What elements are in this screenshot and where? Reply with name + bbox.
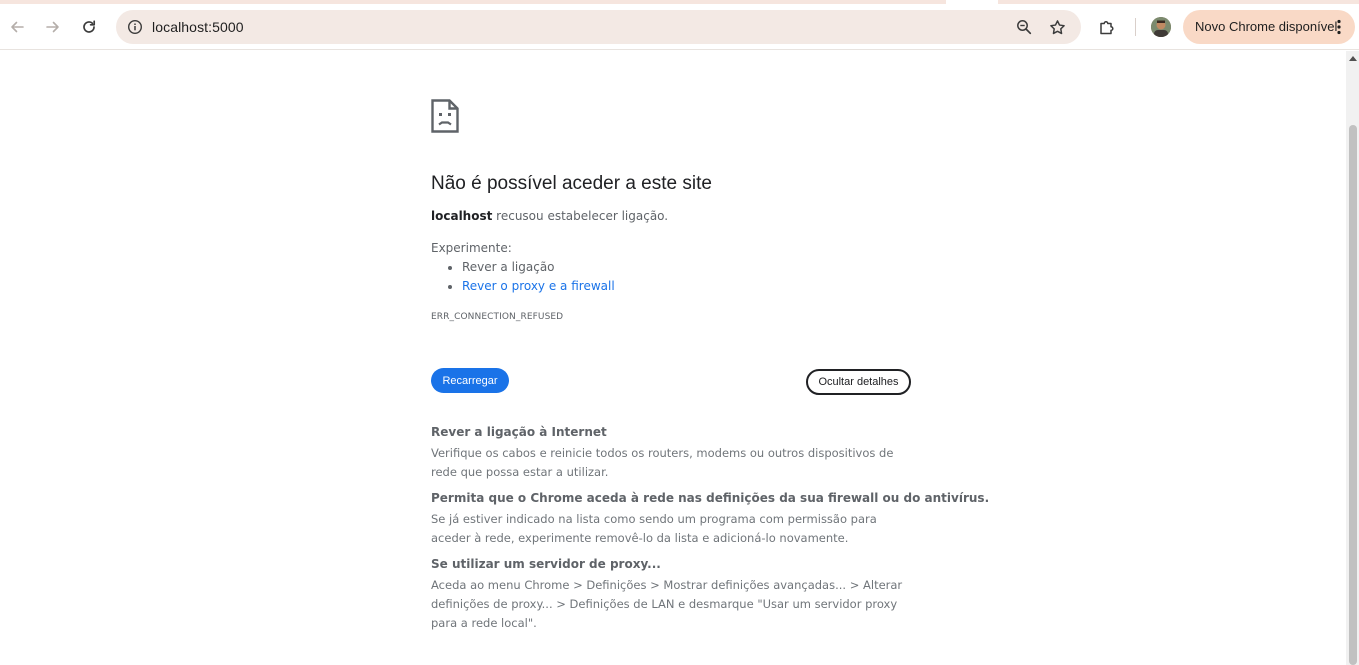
suggestion-check-proxy-firewall: Rever o proxy e a firewall	[462, 277, 615, 296]
error-details: Rever a ligação à Internet Verifique os …	[431, 422, 990, 639]
error-description-text: recusou estabelecer ligação.	[492, 209, 669, 223]
try-label: Experimente:	[431, 241, 512, 255]
browser-toolbar: localhost:5000 Novo Chrome disponível	[0, 4, 1359, 50]
error-title: Não é possível aceder a este site	[431, 173, 712, 194]
update-available-chip[interactable]: Novo Chrome disponível	[1183, 10, 1355, 44]
reload-icon	[83, 20, 96, 33]
site-info-icon	[127, 19, 143, 35]
zoom-icon	[1017, 20, 1032, 35]
three-dots-menu-icon	[1337, 19, 1341, 35]
scroll-up-arrow-icon[interactable]	[1349, 56, 1357, 61]
chrome-menu-button[interactable]	[1329, 17, 1349, 37]
reload-page-button[interactable]: Recarregar	[431, 368, 509, 393]
check-proxy-firewall-link[interactable]: Rever o proxy e a firewall	[462, 279, 615, 293]
extensions-puzzle-icon	[1100, 20, 1114, 35]
scrollbar-thumb[interactable]	[1349, 125, 1357, 665]
address-bar[interactable]: localhost:5000	[116, 10, 1081, 44]
avatar-image	[1151, 17, 1171, 37]
detail-body: Verifique os cabos e reinicie todos os r…	[431, 446, 894, 479]
forward-arrow-icon	[46, 21, 59, 33]
forward-button[interactable]	[39, 13, 67, 41]
error-description: localhost recusou estabelecer ligação.	[431, 209, 668, 223]
reload-button[interactable]	[75, 13, 103, 41]
detail-heading: Permita que o Chrome aceda à rede nas de…	[431, 491, 990, 505]
error-host: localhost	[431, 209, 493, 223]
sad-page-icon	[431, 99, 459, 133]
suggestion-check-connection: Rever a ligação	[462, 258, 615, 277]
back-button[interactable]	[3, 13, 31, 41]
suggestion-label: Rever a ligação	[462, 260, 555, 274]
detail-body: Se já estiver indicado na lista como sen…	[431, 512, 877, 545]
site-info-button[interactable]	[121, 13, 149, 41]
detail-heading: Rever a ligação à Internet	[431, 425, 607, 439]
url-text[interactable]: localhost:5000	[152, 10, 244, 44]
profile-avatar[interactable]	[1151, 17, 1171, 37]
detail-firewall-antivirus: Permita que o Chrome aceda à rede nas de…	[431, 488, 990, 548]
page-scrollbar[interactable]	[1346, 51, 1359, 665]
bookmark-star-icon	[1049, 19, 1065, 34]
bookmark-button[interactable]	[1043, 13, 1071, 41]
detail-body: Aceda ao menu Chrome > Definições > Most…	[431, 578, 903, 630]
toolbar-divider	[1135, 18, 1136, 36]
suggestions-list: Rever a ligação Rever o proxy e a firewa…	[431, 258, 615, 296]
extensions-button[interactable]	[1093, 13, 1121, 41]
back-arrow-icon	[11, 21, 24, 33]
error-code: ERR_CONNECTION_REFUSED	[431, 312, 564, 322]
zoom-button[interactable]	[1010, 13, 1038, 41]
detail-check-internet: Rever a ligação à Internet Verifique os …	[431, 422, 911, 482]
detail-heading: Se utilizar um servidor de proxy...	[431, 557, 661, 571]
hide-details-button[interactable]: Ocultar detalhes	[806, 369, 911, 395]
detail-proxy-server: Se utilizar um servidor de proxy... Aced…	[431, 554, 911, 633]
update-chip-label: Novo Chrome disponível	[1195, 19, 1338, 34]
